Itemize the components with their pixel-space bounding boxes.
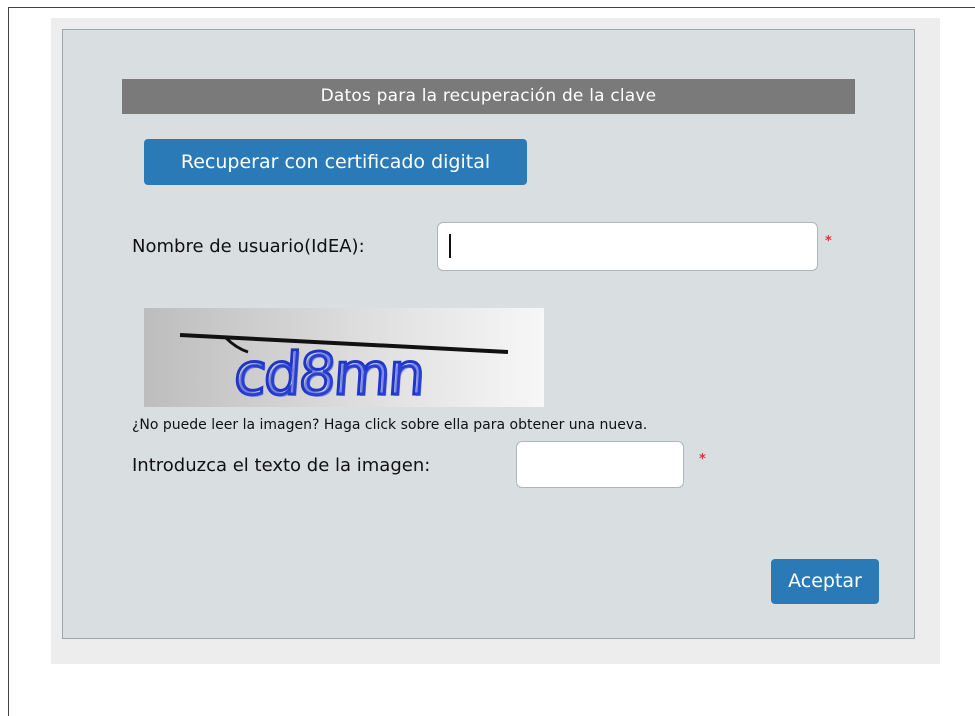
required-marker: * bbox=[699, 452, 706, 467]
text-cursor bbox=[449, 234, 451, 258]
captcha-image[interactable]: cd8mn cd8mn bbox=[144, 308, 544, 407]
captcha-help-text: ¿No puede leer la imagen? Haga click sob… bbox=[132, 417, 648, 433]
username-label: Nombre de usuario(IdEA): bbox=[132, 236, 365, 257]
recover-with-certificate-button[interactable]: Recuperar con certificado digital bbox=[144, 139, 527, 185]
username-input[interactable] bbox=[437, 222, 818, 271]
captcha-text-shadow: cd8mn bbox=[234, 342, 428, 407]
required-marker: * bbox=[825, 234, 832, 249]
section-title: Datos para la recuperación de la clave bbox=[122, 79, 855, 114]
accept-button[interactable]: Aceptar bbox=[771, 559, 879, 604]
captcha-input-label: Introduzca el texto de la imagen: bbox=[132, 455, 431, 476]
captcha-input[interactable] bbox=[516, 441, 684, 488]
